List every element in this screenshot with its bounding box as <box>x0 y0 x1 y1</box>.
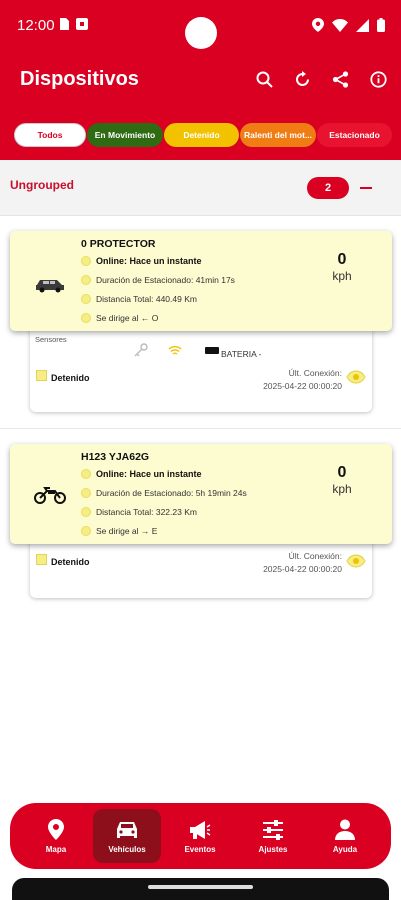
clock-icon <box>81 488 91 498</box>
info-icon <box>369 70 387 88</box>
odometer-icon <box>81 507 91 517</box>
parked-duration: Duración de Estacionado: 5h 19min 24s <box>81 488 247 498</box>
status-time: 12:00 <box>17 17 55 34</box>
map-pin-icon <box>48 819 64 840</box>
nav-ajustes[interactable]: Ajustes <box>239 809 307 863</box>
search-button[interactable] <box>253 68 275 90</box>
signal-strength-icon <box>168 346 182 355</box>
speed-readout: 0 kph <box>332 251 352 283</box>
status-dot-icon <box>81 256 91 266</box>
sliders-icon <box>263 819 283 840</box>
search-icon <box>256 71 273 88</box>
last-connection: Últ. Conexión: 2025-04-22 00:00:20 <box>263 551 342 574</box>
total-distance: Distancia Total: 440.49 Km <box>81 294 197 304</box>
header-actions <box>253 68 389 90</box>
divider <box>0 428 401 429</box>
filter-chip-ralenti[interactable]: Ralenti del mot... <box>240 123 316 147</box>
odometer-icon <box>81 294 91 304</box>
bottom-navigation: Mapa Vehículos Eventos Ajustes Ayuda <box>10 803 391 869</box>
battery-sensor-label: BATERIA - <box>221 349 262 359</box>
compass-icon <box>81 313 91 323</box>
heading: Se dirige al ← O <box>81 313 158 323</box>
vehicle-details-card[interactable]: Detenido Últ. Conexión: 2025-04-22 00:00… <box>30 538 372 598</box>
person-icon <box>335 819 355 840</box>
nav-ayuda[interactable]: Ayuda <box>311 809 379 863</box>
share-button[interactable] <box>329 68 351 90</box>
total-distance: Distancia Total: 322.23 Km <box>81 507 197 517</box>
home-gesture-handle[interactable] <box>148 885 253 889</box>
app-screen: 12:00 Dispositivos Todos En Movimiento D… <box>0 0 401 900</box>
speed-readout: 0 kph <box>332 464 352 496</box>
parked-duration: Duración de Estacionado: 41min 17s <box>81 275 235 285</box>
view-vehicle-eye-icon[interactable] <box>346 554 366 568</box>
nav-mapa[interactable]: Mapa <box>22 809 90 863</box>
vehicle-details-card[interactable]: Sensores BATERIA - Detenido Últ. Conexió… <box>30 325 372 412</box>
vehicle-card[interactable]: H123 YJA62G Online: Hace un instante Dur… <box>10 444 392 544</box>
group-name: Ungrouped <box>10 178 74 192</box>
sim-card-icon <box>60 18 69 30</box>
last-connection: Últ. Conexión: 2025-04-22 00:00:20 <box>263 368 342 391</box>
filter-chip-en-movimiento[interactable]: En Movimiento <box>87 123 163 147</box>
system-gesture-bar <box>12 878 389 900</box>
ignition-key-icon <box>134 343 148 357</box>
car-icon <box>117 821 137 838</box>
status-dot-icon <box>81 469 91 479</box>
state-color-indicator <box>36 370 47 381</box>
nav-eventos[interactable]: Eventos <box>166 809 234 863</box>
app-header: 12:00 Dispositivos Todos En Movimiento D… <box>0 0 401 160</box>
motorcycle-icon <box>34 487 66 504</box>
vehicle-name: 0 PROTECTOR <box>81 238 156 250</box>
location-icon <box>312 18 324 32</box>
view-vehicle-eye-icon[interactable] <box>346 370 366 384</box>
filter-chip-estacionado[interactable]: Estacionado <box>317 123 392 147</box>
car-icon <box>36 280 64 293</box>
battery-icon <box>377 18 385 32</box>
share-icon <box>332 70 348 88</box>
collapse-group-button[interactable] <box>360 187 372 189</box>
group-count-badge: 2 <box>307 177 349 199</box>
nav-vehiculos[interactable]: Vehículos <box>93 809 161 863</box>
status-icons <box>312 17 385 33</box>
vehicle-state: Detenido <box>51 557 90 567</box>
vehicle-name: H123 YJA62G <box>81 451 150 463</box>
camera-cutout <box>185 17 217 49</box>
vehicle-state: Detenido <box>51 373 90 383</box>
state-color-indicator <box>36 554 47 565</box>
heading: Se dirige al → E <box>81 526 157 536</box>
online-status: Online: Hace un instante <box>81 469 202 479</box>
status-filter-bar: Todos En Movimiento Detenido Ralenti del… <box>14 123 392 147</box>
app-notification-icon <box>76 18 88 30</box>
megaphone-icon <box>190 820 211 839</box>
sensors-label: Sensores <box>35 335 67 344</box>
refresh-button[interactable] <box>291 68 313 90</box>
online-status: Online: Hace un instante <box>81 256 202 266</box>
vehicle-card[interactable]: 0 PROTECTOR Online: Hace un instante Dur… <box>10 231 392 331</box>
signal-icon <box>356 18 369 32</box>
filter-chip-detenido[interactable]: Detenido <box>164 123 239 147</box>
clock-icon <box>81 275 91 285</box>
page-title: Dispositivos <box>20 68 139 90</box>
compass-icon <box>81 526 91 536</box>
group-header[interactable]: Ungrouped 2 <box>0 160 401 216</box>
status-bar: 12:00 <box>0 0 401 52</box>
wifi-icon <box>332 18 348 32</box>
info-button[interactable] <box>367 68 389 90</box>
battery-sensor-icon <box>205 347 219 354</box>
refresh-icon <box>295 70 309 86</box>
filter-chip-todos[interactable]: Todos <box>14 123 86 147</box>
